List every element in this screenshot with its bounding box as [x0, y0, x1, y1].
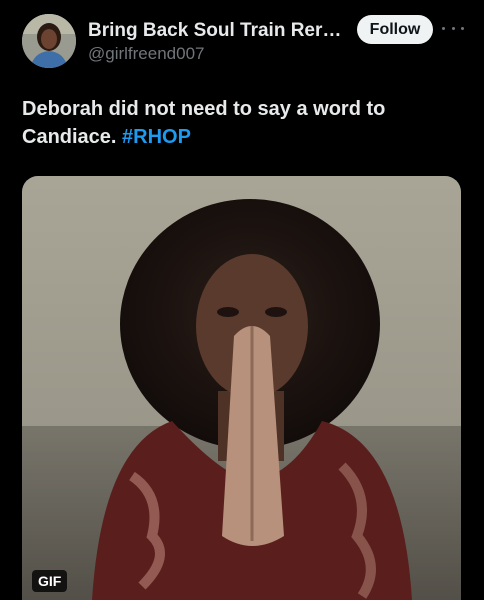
gif-badge: GIF: [32, 570, 68, 592]
gif-frame-image: [22, 176, 461, 600]
gif-media[interactable]: GIF: [22, 176, 461, 600]
tweet-body: Deborah did not need to say a word to Ca…: [22, 98, 386, 148]
hashtag-link[interactable]: #RHOP: [122, 126, 191, 148]
author-display-name[interactable]: Bring Back Soul Train Rerun...: [88, 20, 350, 42]
tweet-text: Deborah did not need to say a word to Ca…: [22, 95, 462, 151]
tweet-header: Bring Back Soul Train Rerun... @girlfree…: [0, 0, 484, 80]
follow-button[interactable]: Follow: [357, 15, 433, 44]
more-horizontal-icon[interactable]: [442, 18, 464, 38]
author-handle[interactable]: @girlfreend007: [88, 44, 205, 64]
avatar[interactable]: [22, 14, 76, 68]
